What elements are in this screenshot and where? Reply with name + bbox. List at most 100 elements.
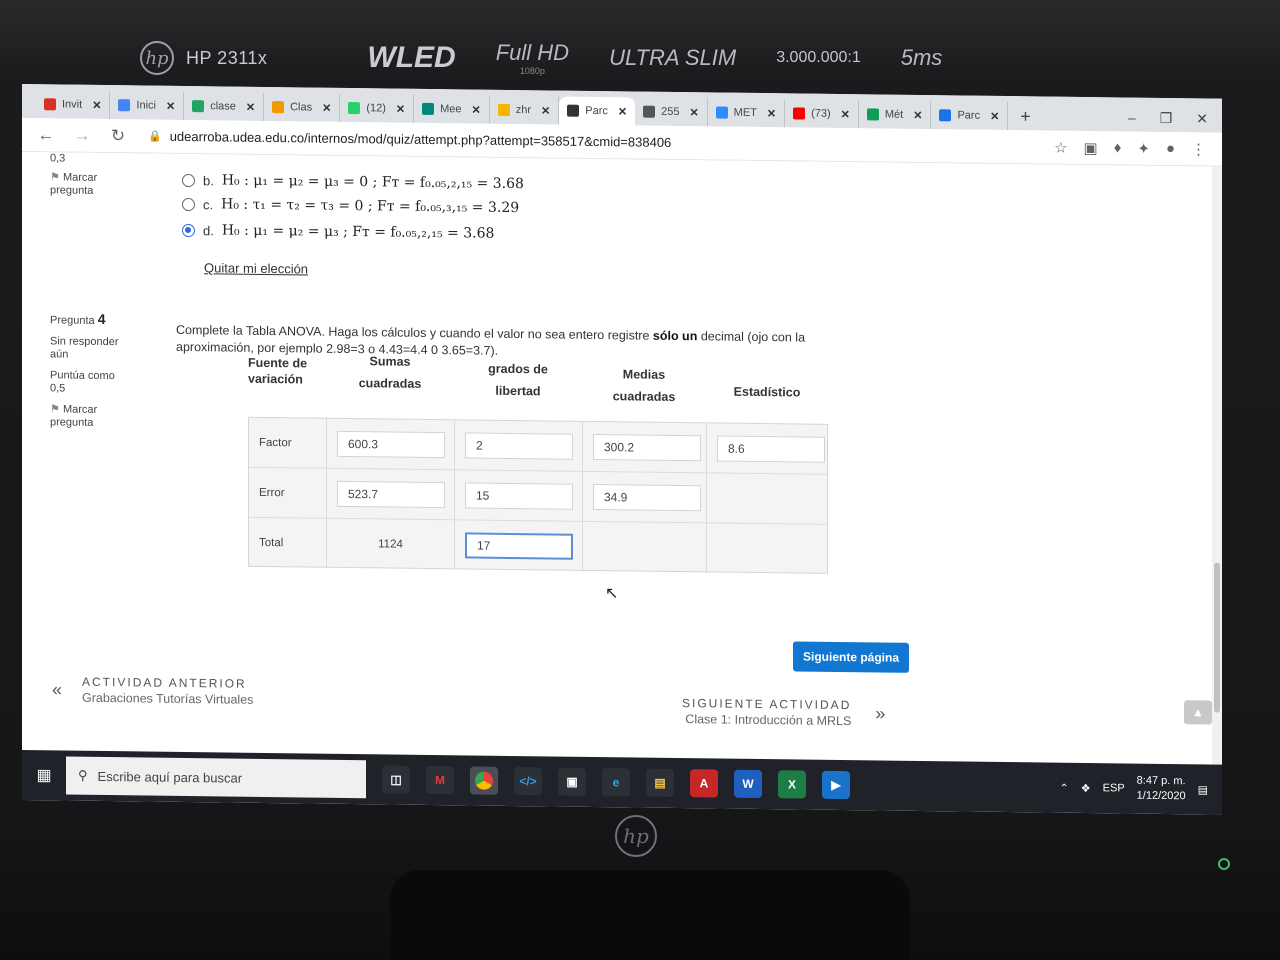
lock-icon: 🔒 [148,130,162,143]
next-page-button[interactable]: Siguiente página [793,641,909,673]
header-source: Fuente de variación [248,355,308,387]
vscode-icon[interactable]: </> [514,767,542,796]
browser-tab[interactable]: Mét ✕ [858,100,932,130]
acrobat-icon[interactable]: A [690,769,718,798]
tab-close-icon[interactable]: ✕ [767,107,776,120]
toolbar-actions: ☆ ▣ ♦ ✦ ● ⋮ [1054,138,1222,158]
power-icon[interactable] [1218,858,1230,870]
factor-ss-input[interactable]: 600.3 [337,430,445,459]
answer-option-d[interactable]: d. H₀ : μ₁ = μ₂ = μ₃ ; Fᴛ = f₀.₀₅,₂,₁₅ =… [182,222,494,242]
browser-tab[interactable]: Invit ✕ [36,90,111,120]
store-icon[interactable]: ▣ [558,767,586,796]
excel-icon[interactable]: X [778,770,806,799]
factor-df-input[interactable]: 2 [465,432,573,460]
radio-c[interactable] [182,197,195,211]
windows-start-icon[interactable]: ▦ [22,750,66,801]
radio-d[interactable] [182,223,195,237]
dropbox-icon[interactable]: ❖ [1081,781,1091,794]
new-tab-button[interactable]: + [1008,102,1043,130]
chrome-icon[interactable] [470,766,498,795]
taskbar-search[interactable]: ⚲ Escribe aquí para buscar [66,756,366,799]
error-ss-input[interactable]: 523.7 [337,480,445,509]
browser-tab[interactable]: zhr ✕ [489,95,560,125]
factor-f-input[interactable]: 8.6 [717,435,825,463]
tab-favicon-icon [866,108,879,121]
close-window-icon[interactable]: ✕ [1196,110,1208,127]
reload-icon[interactable]: ↻ [108,126,128,146]
tab-close-icon[interactable]: ✕ [990,109,999,122]
next-activity-name: Clase 1: Introducción a MRLS [685,712,852,729]
address-bar[interactable]: 🔒 udearroba.udea.edu.co/internos/mod/qui… [148,129,671,150]
monitor-resolution: Full HD [495,40,570,65]
tab-close-icon[interactable]: ✕ [689,106,698,119]
tab-close-icon[interactable]: ✕ [541,104,550,117]
browser-tab[interactable]: Parc ✕ [931,101,1009,131]
restore-icon[interactable]: ❐ [1160,109,1173,126]
back-icon[interactable]: ← [36,125,56,145]
tab-favicon-icon [497,103,510,116]
browser-tab[interactable]: Clas ✕ [264,92,341,122]
profile-avatar-icon[interactable]: ● [1166,139,1175,157]
tab-label: (73) [811,107,831,120]
answer-option-c[interactable]: c. H₀ : τ₁ = τ₂ = τ₃ = 0 ; Fᴛ = f₀.₀₅,₃,… [182,196,519,216]
pocket-icon[interactable]: ▣ [1084,138,1098,156]
tab-close-icon[interactable]: ✕ [913,108,922,121]
tab-favicon-icon [422,102,435,116]
error-df-input[interactable]: 15 [465,482,573,510]
answer-option-b[interactable]: b. H₀ : μ₁ = μ₂ = μ₃ = 0 ; Fᴛ = f₀.₀₅,₂,… [182,172,524,192]
file-explorer-icon[interactable]: ▤ [646,768,674,797]
browser-tab[interactable]: Inici ✕ [110,91,185,120]
extensions-puzzle-icon[interactable]: ✦ [1137,139,1150,157]
error-ms-input[interactable]: 34.9 [593,483,701,512]
browser-tab[interactable]: (12) ✕ [340,93,415,123]
tab-close-icon[interactable]: ✕ [618,105,627,118]
media-player-icon[interactable]: ▶ [822,770,850,800]
radio-b[interactable] [182,173,195,187]
tab-close-icon[interactable]: ✕ [841,108,850,121]
mcafee-icon[interactable]: M [426,765,454,795]
language-indicator[interactable]: ESP [1103,782,1125,794]
chevron-up-icon[interactable]: ⌃ [1060,781,1069,794]
prev-flag-question[interactable]: ⚑ Marcar pregunta [50,171,120,198]
edge-icon[interactable]: e [602,768,630,797]
browser-tab[interactable]: MET ✕ [707,98,786,128]
tab-close-icon[interactable]: ✕ [322,101,331,114]
page-scrollbar[interactable] [1212,166,1222,765]
header-sums: Sumas cuadradas [358,354,422,391]
tab-close-icon[interactable]: ✕ [396,102,405,115]
task-view-icon[interactable]: ◫ [382,765,410,794]
tab-label: Inici [136,99,156,112]
notifications-icon[interactable]: ▤ [1198,783,1208,796]
tab-close-icon[interactable]: ✕ [92,98,101,111]
minimize-icon[interactable]: – [1128,110,1136,126]
tab-label: Clas [290,101,313,114]
option-letter: d. [203,222,214,238]
word-icon[interactable]: W [734,769,762,799]
tab-favicon-icon [715,106,728,119]
scroll-to-top-button[interactable]: ▲ [1184,700,1212,725]
question-status: Sin responder aún [50,335,119,361]
next-activity-link[interactable]: SIGUIENTE ACTIVIDAD Clase 1: Introducció… [682,696,885,728]
clock[interactable]: 8:47 p. m. 1/12/2020 [1137,774,1186,805]
browser-tab[interactable]: Parc ✕ [559,96,636,126]
forward-icon[interactable]: → [72,125,92,145]
tab-favicon-icon [567,104,580,117]
table-row-factor: Factor 600.3 2 300.2 8.6 [249,417,827,475]
browser-tab[interactable]: clase ✕ [184,91,265,121]
extension-icon[interactable]: ♦ [1114,139,1122,157]
browser-tab[interactable]: Mee ✕ [414,94,490,124]
tab-close-icon[interactable]: ✕ [472,103,481,116]
bookmark-star-icon[interactable]: ☆ [1054,138,1067,156]
browser-tab[interactable]: 255 ✕ [635,97,708,127]
factor-ms-input[interactable]: 300.2 [593,433,701,462]
menu-icon[interactable]: ⋮ [1191,140,1206,158]
clear-choice-link[interactable]: Quitar mi elección [204,260,308,276]
flag-icon: ⚑ [50,403,60,416]
browser-tab[interactable]: (73) ✕ [785,99,859,129]
tab-close-icon[interactable]: ✕ [246,100,255,113]
total-df-input[interactable]: 17 [465,532,573,560]
tab-close-icon[interactable]: ✕ [166,99,175,112]
previous-activity-link[interactable]: « ACTIVIDAD ANTERIOR Grabaciones Tutoría… [52,674,253,707]
tab-label: Parc [957,109,981,122]
flag-question[interactable]: ⚑ Marcar pregunta [50,403,130,430]
